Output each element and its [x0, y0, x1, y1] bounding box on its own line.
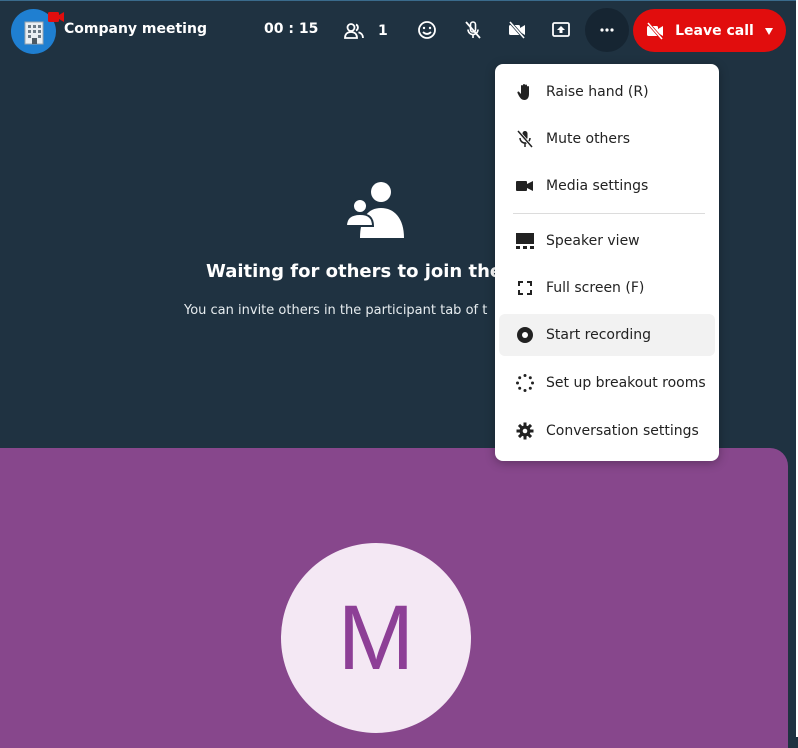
participants-empty-icon [346, 182, 404, 238]
mic-off-icon [516, 130, 534, 148]
menu-item-label: Full screen (F) [546, 280, 645, 296]
menu-item-label: Mute others [546, 131, 631, 147]
share-screen-button[interactable] [539, 8, 583, 52]
caret-down-icon[interactable] [764, 26, 774, 36]
participant-video-tile: M [0, 448, 788, 748]
room-avatar-wrap [11, 9, 64, 54]
menu-item-breakout-rooms[interactable]: Set up breakout rooms [499, 362, 715, 404]
reactions-button[interactable] [405, 8, 449, 52]
menu-separator [513, 213, 705, 214]
call-actions-menu: Raise hand (R) Mute others Media setting… [495, 64, 719, 461]
fullscreen-icon [516, 279, 534, 297]
menu-item-label: Start recording [546, 327, 652, 343]
call-active-camera-icon [48, 12, 64, 22]
participant-avatar: M [281, 543, 471, 733]
building-icon [24, 21, 43, 44]
record-icon [516, 326, 534, 344]
call-timer: 00 : 15 [264, 21, 319, 37]
mic-off-icon [465, 21, 481, 39]
participants-button[interactable]: 1 [344, 17, 388, 45]
menu-item-label: Raise hand (R) [546, 84, 649, 100]
menu-item-label: Conversation settings [546, 423, 699, 439]
people-icon [344, 23, 364, 39]
menu-item-label: Set up breakout rooms [546, 375, 706, 391]
menu-item-media-settings[interactable]: Media settings [499, 165, 715, 207]
menu-item-raise-hand[interactable]: Raise hand (R) [499, 71, 715, 113]
menu-item-speaker-view[interactable]: Speaker view [499, 220, 715, 262]
menu-item-label: Media settings [546, 178, 649, 194]
call-top-bar: Company meeting 00 : 15 1 Leave call [0, 0, 798, 62]
menu-item-conversation-settings[interactable]: Conversation settings [499, 410, 715, 452]
room-title: Company meeting [64, 21, 207, 37]
menu-item-full-screen[interactable]: Full screen (F) [499, 267, 715, 309]
empty-state-title: Waiting for others to join the c [206, 261, 520, 282]
emoji-icon [418, 21, 436, 39]
empty-state-description: You can invite others in the participant… [184, 303, 488, 318]
breakout-icon [516, 374, 534, 392]
video-off-icon [508, 21, 526, 39]
leave-call-button[interactable]: Leave call [633, 9, 786, 52]
menu-item-start-recording[interactable]: Start recording [499, 314, 715, 356]
gear-icon [516, 422, 534, 440]
hand-icon [516, 83, 534, 101]
screen-share-icon [552, 22, 570, 37]
microphone-toggle-button[interactable] [451, 8, 495, 52]
video-off-icon [647, 21, 664, 40]
avatar-initial: M [337, 587, 415, 689]
menu-item-mute-others[interactable]: Mute others [499, 118, 715, 160]
participant-count: 1 [378, 23, 388, 39]
more-horizontal-icon [600, 28, 614, 32]
video-icon [516, 177, 534, 195]
menu-item-label: Speaker view [546, 233, 640, 249]
leave-call-label: Leave call [675, 22, 754, 39]
camera-toggle-button[interactable] [495, 8, 539, 52]
more-actions-button[interactable] [585, 8, 629, 52]
speaker-view-icon [516, 232, 534, 250]
